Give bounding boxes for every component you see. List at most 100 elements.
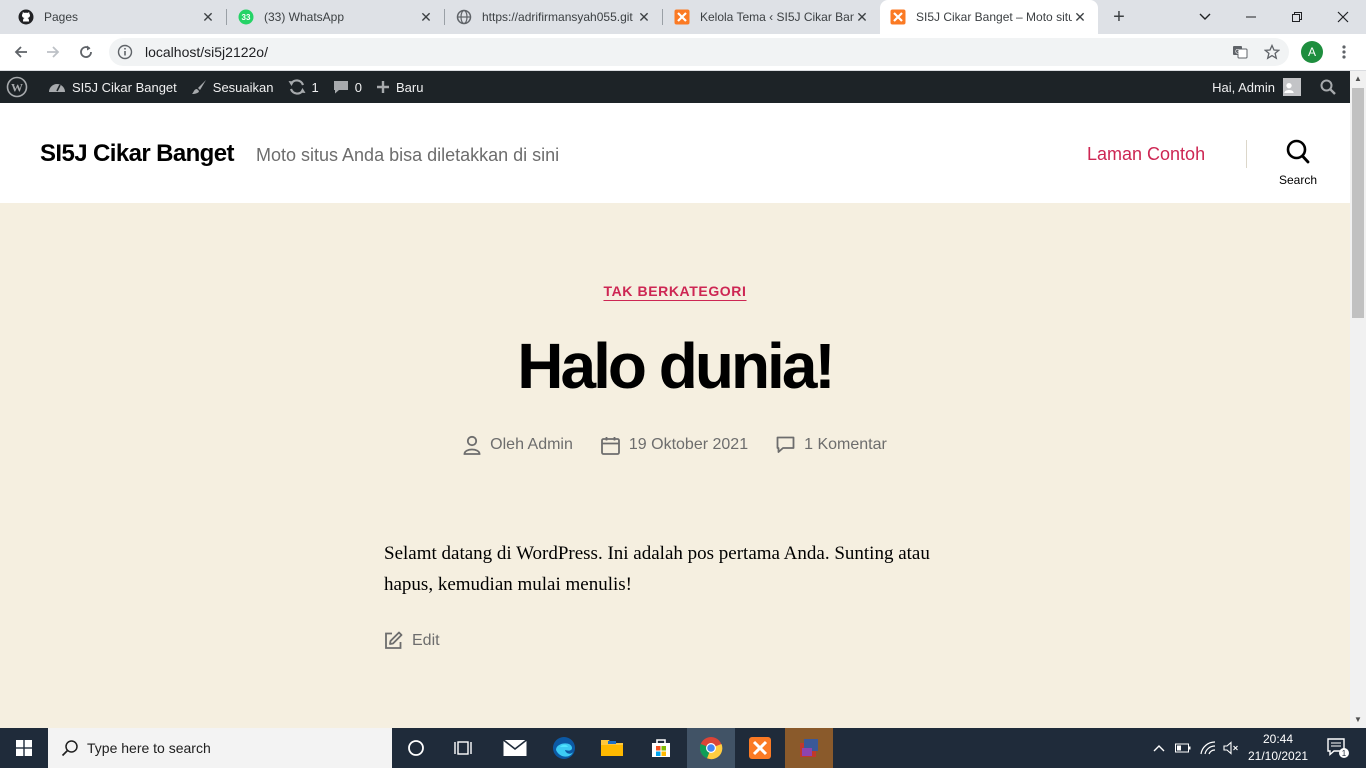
adminbar-search-icon[interactable] [1308,71,1350,103]
edit-post-link[interactable]: Edit [384,631,440,650]
dashboard-icon [49,84,65,92]
xampp-control-icon[interactable] [736,728,784,768]
tab-title: Pages [44,10,79,24]
menu-item-laman-contoh[interactable]: Laman Contoh [1087,144,1205,165]
post-category: TAK BERKATEGORI [0,283,1350,301]
edge-browser-icon[interactable] [540,728,588,768]
search-toggle-button[interactable]: Search [1270,139,1326,191]
svg-text:W: W [11,81,23,95]
calendar-icon [600,436,620,455]
page-scrollbar[interactable]: ▲ ▼ [1350,71,1366,728]
taskbar-search-box[interactable]: Type here to search [48,728,392,768]
adminbar-comments[interactable]: 0 [326,71,369,103]
adminbar-updates[interactable]: 1 [281,71,326,103]
tab-title: (33) WhatsApp [264,10,345,24]
tab-search-chevron-icon[interactable] [1182,0,1228,34]
address-bar[interactable]: localhost/si5j2122o/ [109,38,1289,66]
tab-whatsapp[interactable]: 33 (33) WhatsApp ✕ [228,0,444,34]
edit-icon [385,631,403,649]
adminbar-new[interactable]: Baru [369,71,430,103]
taskbar-clock[interactable]: 20:44 21/10/2021 [1248,731,1308,765]
adminbar-greeting: Hai, Admin [1212,79,1275,95]
close-window-icon[interactable] [1320,0,1366,34]
browser-menu-icon[interactable] [1330,38,1358,66]
post-content-area: TAK BERKATEGORI Halo dunia! Oleh Admin 1… [0,203,1350,728]
close-tab-icon[interactable]: ✕ [636,9,652,26]
microsoft-store-icon[interactable] [637,728,685,768]
plus-icon [376,81,389,93]
scroll-down-arrow-icon[interactable]: ▼ [1350,712,1366,728]
header-divider [1246,140,1247,168]
chrome-icon[interactable] [687,728,735,768]
post-author-label: Oleh Admin [490,436,573,453]
svg-text:G: G [1235,50,1240,56]
post-date[interactable]: 19 Oktober 2021 [600,435,748,455]
forward-button[interactable] [39,38,67,66]
tab-pages[interactable]: Pages ✕ [8,0,226,34]
clock-time: 20:44 [1262,732,1294,746]
adminbar-site-name[interactable]: SI5J Cikar Banget [41,71,184,103]
adminbar-customize-label: Sesuaikan [212,79,274,95]
close-tab-icon[interactable]: ✕ [418,9,434,26]
whatsapp-icon: 33 [238,9,254,25]
new-tab-button[interactable]: + [1108,6,1130,28]
comment-bubble-icon [333,81,348,94]
comments-count: 0 [354,79,362,95]
category-link[interactable]: TAK BERKATEGORI [603,283,746,299]
post-comments-label: 1 Komentar [804,436,887,453]
windows-taskbar: Type here to search 20:44 21/10/2021 1 [0,728,1366,768]
xampp-icon [674,9,690,25]
windows-start-icon[interactable] [0,728,48,768]
globe-icon [456,9,472,25]
tab-kelola-tema[interactable]: Kelola Tema ‹ SI5J Cikar Bang ✕ [664,0,880,34]
cortana-icon[interactable] [392,728,440,768]
paintbrush-icon [191,80,206,94]
mail-icon[interactable] [491,728,539,768]
adminbar-customize[interactable]: Sesuaikan [184,71,281,103]
search-icon [61,740,78,757]
tab-github-pages[interactable]: https://adrifirmansyah055.git ✕ [446,0,662,34]
post-author[interactable]: Oleh Admin [463,435,573,455]
close-tab-icon[interactable]: ✕ [854,9,870,26]
updates-count: 1 [311,79,319,95]
search-toggle-label: Search [1278,173,1318,187]
wordpress-logo-icon[interactable]: W [0,71,41,103]
battery-icon[interactable] [1173,728,1193,768]
clock-date: 21/10/2021 [1248,749,1309,763]
scroll-up-arrow-icon[interactable]: ▲ [1350,71,1366,87]
taskbar-search-placeholder: Type here to search [87,740,211,756]
filezilla-app-icon[interactable] [785,728,833,768]
site-title[interactable]: SI5J Cikar Banget [40,140,234,168]
post-meta: Oleh Admin 19 Oktober 2021 1 Komentar [0,435,1350,455]
tab-site-active[interactable]: SI5J Cikar Banget – Moto situ ✕ [880,0,1098,34]
back-button[interactable] [7,38,35,66]
bookmark-star-icon[interactable] [1258,38,1286,66]
wifi-icon[interactable] [1198,728,1218,768]
restore-icon[interactable] [1274,0,1320,34]
task-view-icon[interactable] [440,728,488,768]
avatar [1283,78,1301,96]
url-text: localhost/si5j2122o/ [145,44,268,60]
translate-icon[interactable]: G [1226,38,1254,66]
tray-chevron-up-icon[interactable] [1150,728,1168,768]
post-comments[interactable]: 1 Komentar [776,435,887,455]
profile-avatar[interactable]: A [1301,41,1323,63]
edit-label: Edit [412,631,440,649]
tab-title: https://adrifirmansyah055.git [482,10,633,24]
reload-button[interactable] [72,38,100,66]
browser-tab-strip: Pages ✕ 33 (33) WhatsApp ✕ https://adrif… [0,0,1366,34]
close-tab-icon[interactable]: ✕ [200,9,216,26]
wp-admin-bar: W SI5J Cikar Banget Sesuaikan 1 0 Baru H… [0,71,1350,103]
file-explorer-icon[interactable] [588,728,636,768]
post-body: Selamt datang di WordPress. Ini adalah p… [384,543,930,595]
volume-muted-icon[interactable] [1221,728,1241,768]
minimize-icon[interactable] [1228,0,1274,34]
post-title[interactable]: Halo dunia! [0,329,1350,403]
notification-center-icon[interactable]: 1 [1318,728,1358,768]
close-tab-icon[interactable]: ✕ [1072,9,1088,26]
scroll-thumb[interactable] [1352,88,1364,318]
adminbar-account[interactable]: Hai, Admin [1205,71,1308,103]
tab-title: SI5J Cikar Banget – Moto situ [916,10,1072,24]
site-info-icon[interactable] [117,44,133,60]
author-icon [463,435,481,455]
